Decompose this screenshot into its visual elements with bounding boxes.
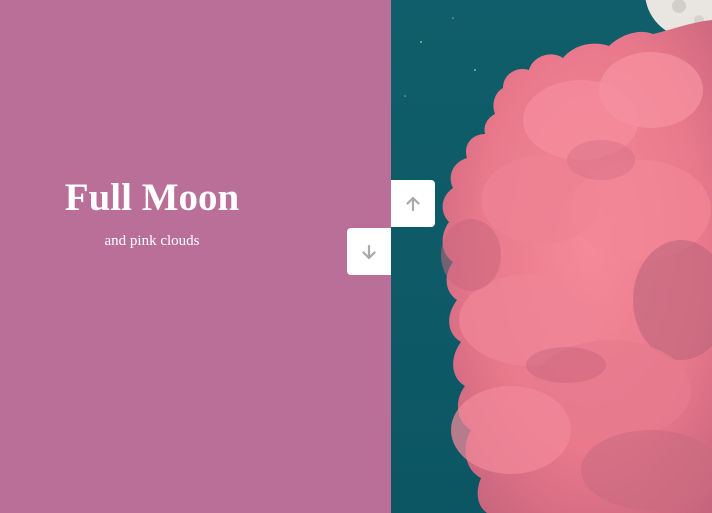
arrow-down-icon — [362, 244, 376, 259]
text-panel: Full Moon and pink clouds — [0, 0, 391, 513]
star — [404, 95, 406, 97]
image-panel — [391, 0, 712, 513]
arrow-up-icon — [406, 196, 420, 211]
next-slide-button[interactable] — [347, 228, 391, 275]
star — [474, 69, 476, 71]
slider-page: Full Moon and pink clouds — [0, 0, 712, 513]
slide-subtitle: and pink clouds — [104, 233, 200, 249]
previous-slide-button[interactable] — [391, 180, 435, 227]
star — [452, 17, 454, 19]
slide-title: Full Moon — [64, 176, 240, 219]
clouds-moon-image — [391, 0, 712, 513]
star — [420, 41, 422, 43]
